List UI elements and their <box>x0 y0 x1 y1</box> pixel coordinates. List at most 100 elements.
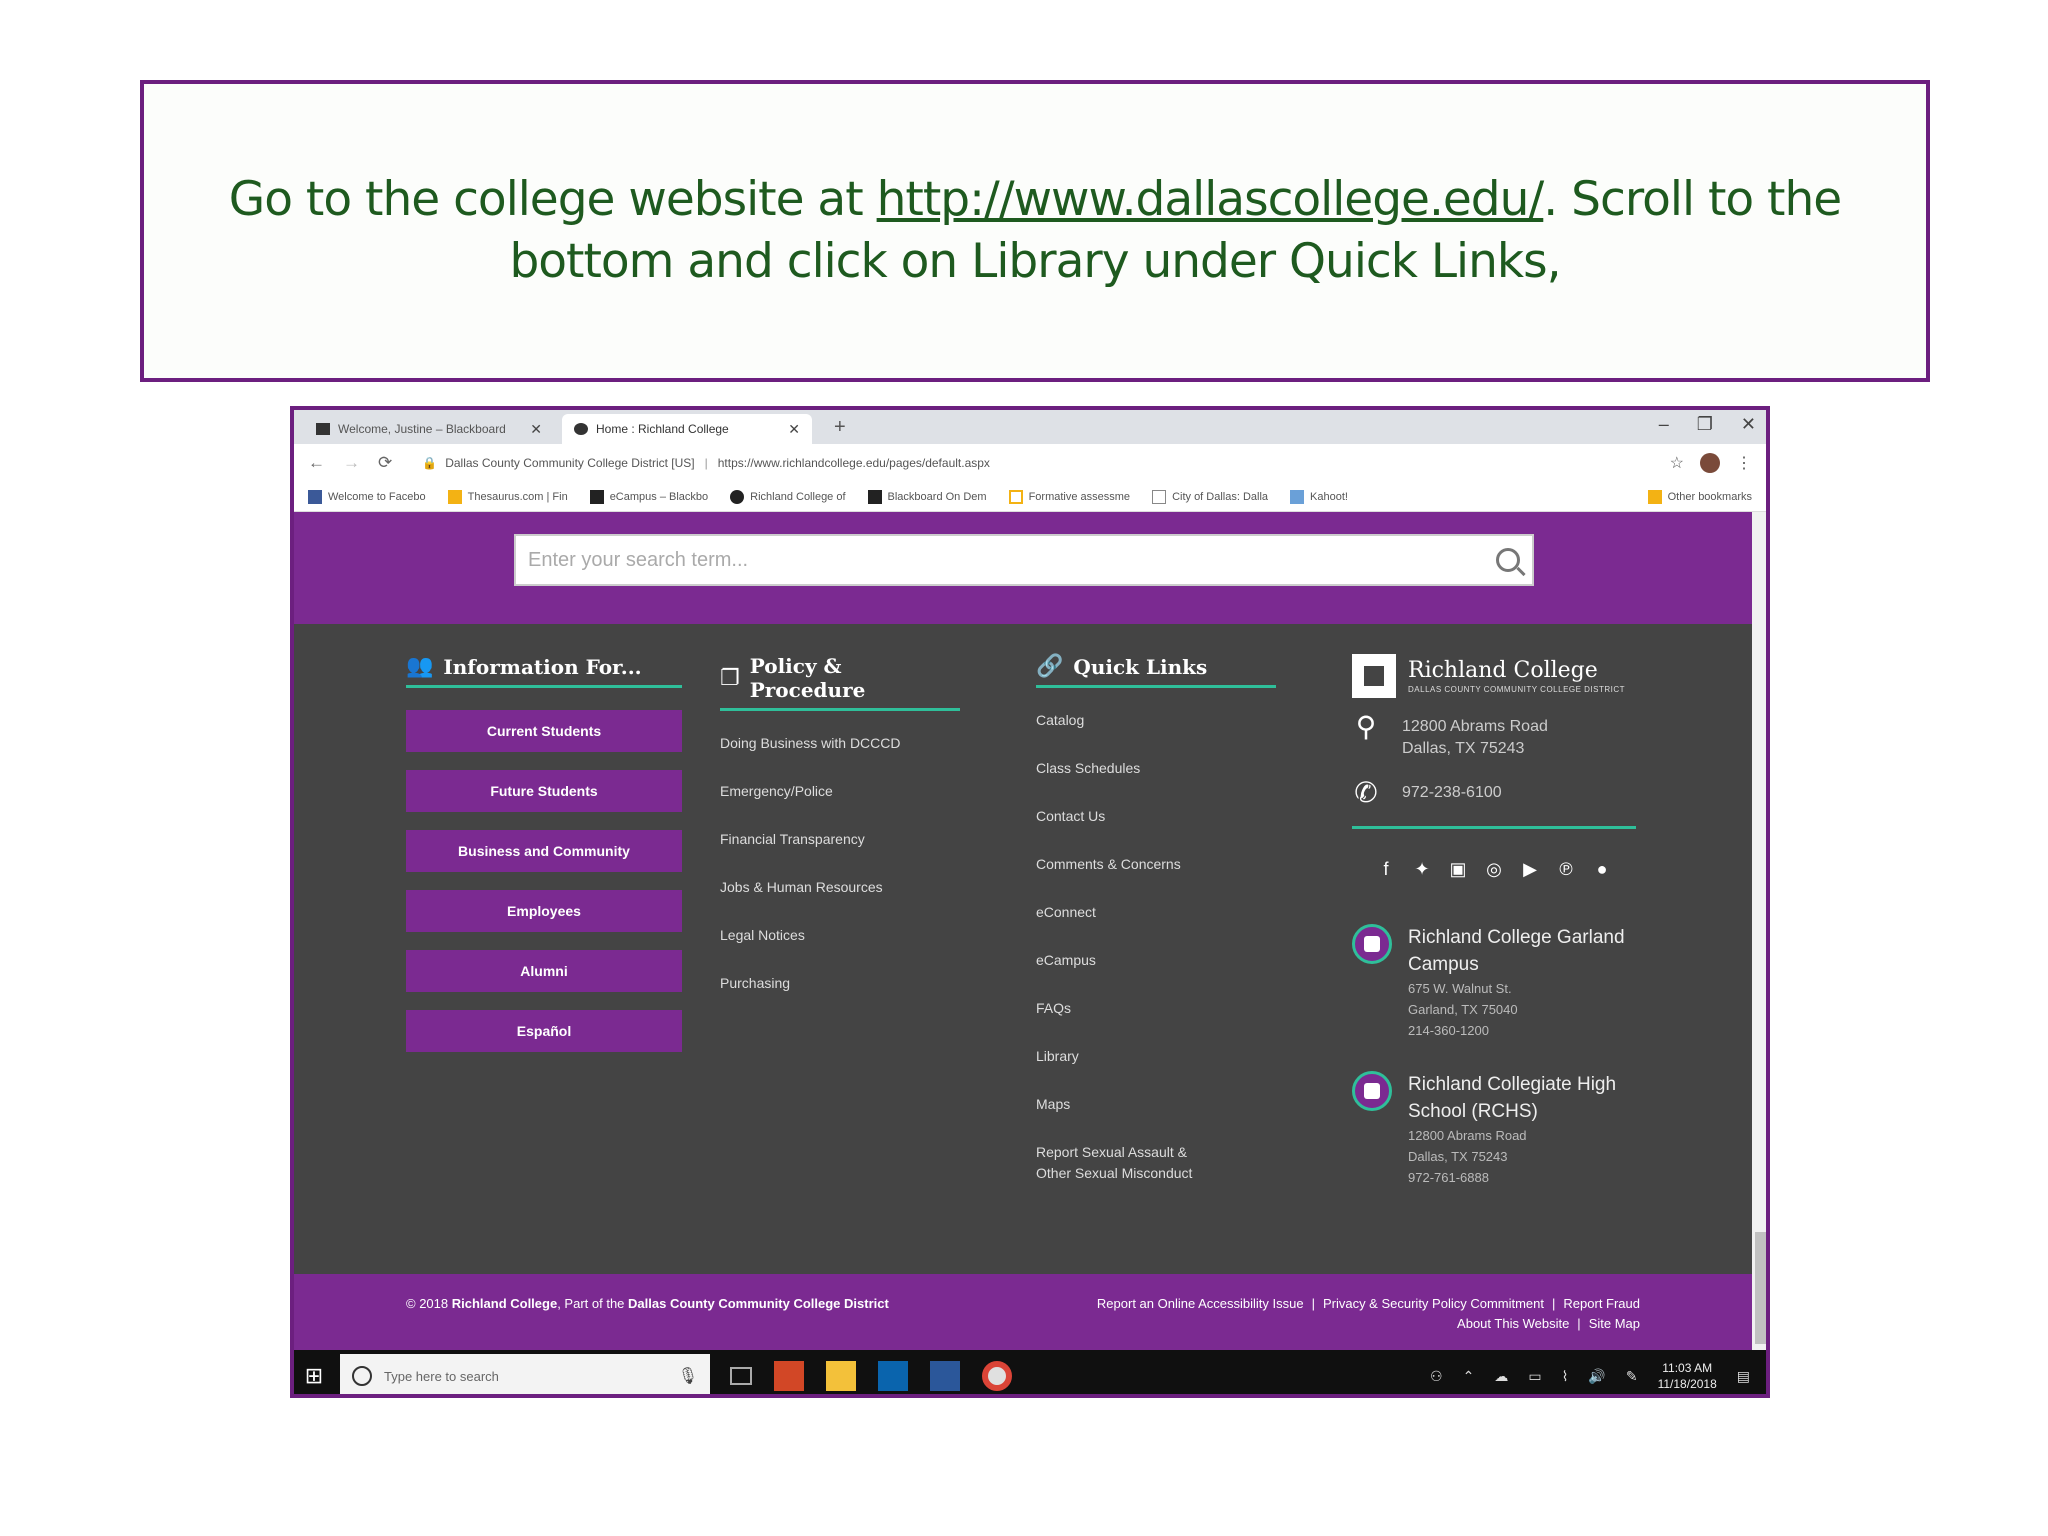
page-scrollbar[interactable] <box>1752 512 1766 1350</box>
future-students-button[interactable]: Future Students <box>406 770 682 812</box>
richland-logo[interactable]: Richland College DALLAS COUNTY COMMUNITY… <box>1352 654 1652 698</box>
bookmark-item[interactable]: Kahoot! <box>1290 489 1348 504</box>
policy-heading: ❐ Policy & Procedure <box>720 654 960 711</box>
close-window-icon[interactable]: ✕ <box>1741 414 1756 435</box>
powerpoint-icon[interactable] <box>774 1361 804 1391</box>
policy-link[interactable]: Purchasing <box>720 973 960 993</box>
close-icon[interactable]: ✕ <box>788 421 800 438</box>
policy-link[interactable]: Jobs & Human Resources <box>720 877 960 897</box>
onedrive-icon[interactable]: ☁ <box>1494 1368 1508 1385</box>
pinterest-icon[interactable]: ℗ <box>1556 859 1576 880</box>
college-info-column: Richland College DALLAS COUNTY COMMUNITY… <box>1352 654 1652 1218</box>
blackboard-icon <box>316 423 330 435</box>
policy-link[interactable]: Doing Business with DCCCD <box>720 733 960 753</box>
close-icon[interactable]: ✕ <box>530 421 542 438</box>
taskbar-apps <box>730 1361 1012 1391</box>
tab-bar: Welcome, Justine – Blackboard ✕ Home : R… <box>294 410 1766 444</box>
reload-icon[interactable]: ⟳ <box>378 453 392 473</box>
menu-icon[interactable]: ⋮ <box>1736 453 1752 473</box>
alumni-button[interactable]: Alumni <box>406 950 682 992</box>
people-icon[interactable]: ⚇ <box>1430 1368 1443 1385</box>
site-map-link[interactable]: Site Map <box>1589 1316 1640 1331</box>
policy-link[interactable]: Legal Notices <box>720 925 960 945</box>
quick-link-econnect[interactable]: eConnect <box>1036 902 1276 922</box>
instagram-icon[interactable]: ◎ <box>1484 859 1504 880</box>
tab-blackboard[interactable]: Welcome, Justine – Blackboard ✕ <box>304 414 554 444</box>
quick-link-faqs[interactable]: FAQs <box>1036 998 1276 1018</box>
chrome-icon[interactable] <box>982 1361 1012 1391</box>
quick-link-catalog[interactable]: Catalog <box>1036 710 1276 730</box>
volume-icon[interactable]: 🔊 <box>1588 1368 1605 1385</box>
pen-icon[interactable]: ✎ <box>1626 1368 1638 1385</box>
bookmark-item[interactable]: Thesaurus.com | Fin <box>447 489 568 504</box>
privacy-link[interactable]: Privacy & Security Policy Commitment <box>1323 1296 1544 1311</box>
about-link[interactable]: About This Website <box>1457 1316 1569 1331</box>
accessibility-link[interactable]: Report an Online Accessibility Issue <box>1097 1296 1304 1311</box>
battery-icon[interactable]: ▭ <box>1528 1368 1541 1385</box>
richland-logo-icon <box>1352 654 1396 698</box>
quick-link-class-schedules[interactable]: Class Schedules <box>1036 758 1276 778</box>
policy-link[interactable]: Financial Transparency <box>720 829 960 849</box>
quick-link-maps[interactable]: Maps <box>1036 1094 1276 1114</box>
bookmark-item[interactable]: Blackboard On Dem <box>867 489 987 504</box>
chevron-up-icon[interactable]: ⌃ <box>1463 1368 1475 1385</box>
current-students-button[interactable]: Current Students <box>406 710 682 752</box>
quick-link-ecampus[interactable]: eCampus <box>1036 950 1276 970</box>
search-icon[interactable] <box>1496 548 1520 572</box>
tab-richland-home[interactable]: Home : Richland College ✕ <box>562 414 812 444</box>
report-fraud-link[interactable]: Report Fraud <box>1563 1296 1640 1311</box>
bookmark-item[interactable]: Formative assessme <box>1008 489 1130 504</box>
campus-seal-icon <box>1352 1071 1392 1111</box>
lock-icon: 🔒 <box>422 456 438 470</box>
campus-rchs[interactable]: Richland Collegiate High School (RCHS) 1… <box>1352 1071 1652 1188</box>
site-footer: 👥 Information For... Current Students Fut… <box>294 624 1752 1274</box>
quick-link-comments[interactable]: Comments & Concerns <box>1036 854 1276 874</box>
file-explorer-icon[interactable] <box>826 1361 856 1391</box>
url-field[interactable]: https://www.richlandcollege.edu/pages/de… <box>718 456 990 470</box>
address-bar: ← → ⟳ 🔒 Dallas County Community College … <box>294 444 1766 482</box>
taskbar-search[interactable]: Type here to search 🎙 <box>340 1354 710 1394</box>
clock[interactable]: 11:03 AM 11/18/2018 <box>1658 1360 1717 1392</box>
quick-links-column: 🔗 Quick Links Catalog Class Schedules Con… <box>1036 654 1276 1212</box>
notifications-icon[interactable]: ▤ <box>1737 1368 1750 1385</box>
users-icon: 👥 <box>406 654 434 679</box>
restore-icon[interactable]: ❐ <box>1697 414 1713 435</box>
bookmark-item[interactable]: City of Dallas: Dalla <box>1152 489 1268 504</box>
bookmark-item[interactable]: eCampus – Blackbo <box>589 489 708 504</box>
policy-link[interactable]: Emergency/Police <box>720 781 960 801</box>
network-icon[interactable]: ⌇ <box>1562 1368 1569 1385</box>
scrollbar-thumb[interactable] <box>1755 1232 1766 1344</box>
info-heading: 👥 Information For... <box>406 654 682 688</box>
search-input[interactable] <box>528 548 1496 572</box>
quick-link-library[interactable]: Library <box>1036 1046 1276 1066</box>
bookmark-item[interactable]: Richland College of <box>730 489 846 504</box>
snapchat-icon[interactable]: ● <box>1592 859 1612 880</box>
bookmark-item[interactable]: Welcome to Facebo <box>308 489 426 504</box>
back-icon[interactable]: ← <box>308 453 325 473</box>
star-icon[interactable]: ☆ <box>1670 453 1684 473</box>
policy-column: ❐ Policy & Procedure Doing Business with … <box>720 654 960 1021</box>
campus-garland[interactable]: Richland College Garland Campus 675 W. W… <box>1352 924 1652 1041</box>
youtube-icon[interactable]: ▶ <box>1520 859 1540 880</box>
avatar[interactable] <box>1700 453 1720 473</box>
phone-icon: ✆ <box>1354 777 1378 808</box>
microphone-icon[interactable]: 🎙 <box>678 1366 698 1386</box>
minimize-icon[interactable]: – <box>1659 414 1669 435</box>
employees-button[interactable]: Employees <box>406 890 682 932</box>
word-icon[interactable] <box>930 1361 960 1391</box>
twitter-icon[interactable]: ✦ <box>1412 859 1432 880</box>
college-website-link[interactable]: http://www.dallascollege.edu/ <box>877 172 1545 227</box>
forward-icon[interactable]: → <box>343 453 360 473</box>
windows-start-icon[interactable]: ⊞ <box>294 1363 334 1389</box>
new-tab-button[interactable]: + <box>834 416 846 439</box>
espanol-button[interactable]: Español <box>406 1010 682 1052</box>
task-view-icon[interactable] <box>730 1367 752 1385</box>
facebook-icon[interactable]: f <box>1376 859 1396 880</box>
quick-link-contact-us[interactable]: Contact Us <box>1036 806 1276 826</box>
outlook-icon[interactable] <box>878 1361 908 1391</box>
other-bookmarks[interactable]: Other bookmarks <box>1647 489 1752 504</box>
quick-link-report-sexual-assault[interactable]: Report Sexual Assault & Other Sexual Misc… <box>1036 1142 1276 1184</box>
copyright-text: © 2018 Richland College, Part of the Dal… <box>406 1296 889 1311</box>
linkedin-icon[interactable]: ▣ <box>1448 859 1468 880</box>
business-community-button[interactable]: Business and Community <box>406 830 682 872</box>
